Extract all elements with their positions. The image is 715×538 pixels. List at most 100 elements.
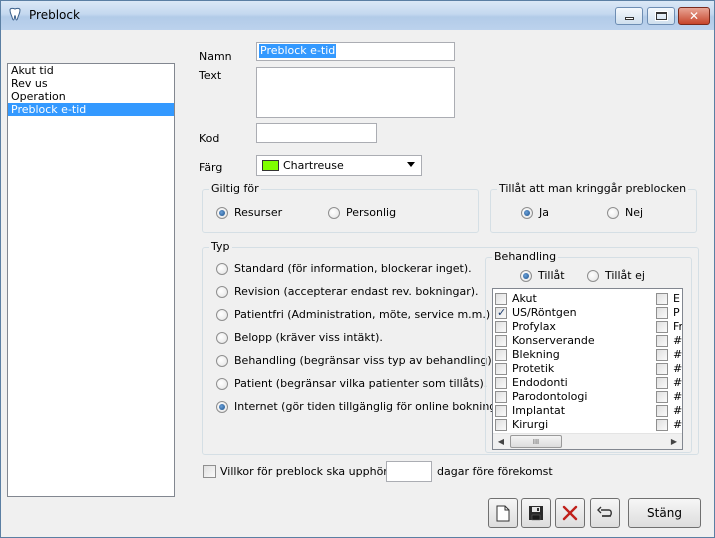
checkbox[interactable] <box>656 293 668 305</box>
dagar-suffix: dagar före förekomst <box>437 465 553 478</box>
checkbox[interactable] <box>495 335 507 347</box>
farg-value: Chartreuse <box>283 159 344 172</box>
checklist-label: Protetik <box>512 362 555 375</box>
checkbox[interactable] <box>656 307 668 319</box>
new-button[interactable] <box>488 498 518 528</box>
close-window-button[interactable]: ✕ <box>678 7 710 25</box>
behandling-checklist[interactable]: Akut US/Röntgen Profylax Konserverande B… <box>492 288 683 450</box>
dagar-input[interactable] <box>386 461 432 482</box>
checkbox[interactable] <box>495 405 507 417</box>
radio-button[interactable] <box>587 270 599 282</box>
checklist-label: Parodontologi <box>512 390 588 403</box>
radio-label: Ja <box>539 206 549 219</box>
chevron-down-icon[interactable] <box>407 162 415 167</box>
radio-button[interactable] <box>216 207 228 219</box>
undo-icon <box>597 506 612 517</box>
scroll-left-icon[interactable]: ◀ <box>493 434 509 449</box>
checkbox[interactable] <box>656 335 668 347</box>
namn-input[interactable]: Preblock e-tid <box>256 42 455 61</box>
checklist-label: E <box>673 292 680 305</box>
villkor-label: Villkor för preblock ska upphöra <box>220 465 395 478</box>
window-title: Preblock <box>29 8 80 22</box>
radio-button[interactable] <box>216 401 228 413</box>
scroll-right-icon[interactable]: ▶ <box>666 434 682 449</box>
horizontal-scrollbar[interactable]: ◀ III ▶ <box>493 433 682 449</box>
list-item[interactable]: Akut tid <box>8 64 174 77</box>
undo-button[interactable] <box>590 498 620 528</box>
giltig-title: Giltig för <box>209 182 261 195</box>
farg-dropdown[interactable]: Chartreuse <box>256 155 422 176</box>
radio-button[interactable] <box>521 207 533 219</box>
list-item-selected[interactable]: Preblock e-tid <box>8 103 174 116</box>
checkbox[interactable] <box>495 321 507 333</box>
list-item[interactable]: Rev us <box>8 77 174 90</box>
checkbox[interactable] <box>495 293 507 305</box>
radio-label: Patient (begränsar vilka patienter som t… <box>234 377 488 390</box>
kod-input[interactable] <box>256 123 377 143</box>
villkor-checkbox[interactable] <box>203 465 216 478</box>
preblock-list[interactable]: Akut tid Rev us Operation Preblock e-tid <box>7 63 175 497</box>
checklist-label: Profylax <box>512 320 556 333</box>
radio-label: Revision (accepterar endast rev. bokning… <box>234 285 479 298</box>
checklist-label: # <box>673 404 683 417</box>
radio-button[interactable] <box>607 207 619 219</box>
checklist-label: # <box>673 334 683 347</box>
radio-button[interactable] <box>216 332 228 344</box>
minimize-button[interactable] <box>615 7 643 25</box>
checkbox[interactable] <box>656 363 668 375</box>
close-button[interactable]: Stäng <box>628 498 701 528</box>
checkbox[interactable] <box>656 419 668 431</box>
checkbox[interactable] <box>495 363 507 375</box>
checkbox[interactable] <box>495 419 507 431</box>
delete-icon <box>562 505 578 521</box>
radio-button[interactable] <box>216 286 228 298</box>
delete-button[interactable] <box>555 498 585 528</box>
title-bar[interactable]: Preblock ✕ <box>1 1 714 30</box>
new-document-icon <box>496 505 510 522</box>
radio-button[interactable] <box>216 378 228 390</box>
radio-label: Behandling (begränsar viss typ av behand… <box>234 354 496 367</box>
kod-label: Kod <box>199 132 220 145</box>
radio-button[interactable] <box>216 263 228 275</box>
checkbox[interactable] <box>656 391 668 403</box>
radio-label: Internet (gör tiden tillgänglig för onli… <box>234 400 505 413</box>
typ-title: Typ <box>209 240 232 253</box>
radio-button[interactable] <box>328 207 340 219</box>
radio-button[interactable] <box>216 355 228 367</box>
radio-label: Tillåt ej <box>605 269 645 282</box>
checkbox[interactable] <box>656 377 668 389</box>
checkbox[interactable] <box>495 391 507 403</box>
checkbox[interactable] <box>495 377 507 389</box>
save-button[interactable] <box>521 498 551 528</box>
text-input[interactable] <box>256 67 455 118</box>
save-icon <box>529 506 543 521</box>
checklist-label: # <box>673 390 683 403</box>
radio-button[interactable] <box>216 309 228 321</box>
checklist-label: Blekning <box>512 348 560 361</box>
checkbox[interactable] <box>656 321 668 333</box>
checkbox[interactable] <box>495 306 507 319</box>
radio-label: Resurser <box>234 206 283 219</box>
maximize-button[interactable] <box>647 7 675 25</box>
radio-label: Personlig <box>346 206 397 219</box>
list-item[interactable]: Operation <box>8 90 174 103</box>
checklist-label: Kirurgi <box>512 418 549 431</box>
scroll-thumb[interactable]: III <box>510 435 562 448</box>
close-icon: ✕ <box>688 9 700 23</box>
checkbox[interactable] <box>656 405 668 417</box>
radio-label: Belopp (kräver viss intäkt). <box>234 331 383 344</box>
checklist-label: Akut <box>512 292 537 305</box>
checklist-label: Fr <box>673 320 683 333</box>
radio-label: Patientfri (Administration, möte, servic… <box>234 308 491 321</box>
radio-label: Standard (för information, blockerar ing… <box>234 262 472 275</box>
radio-button[interactable] <box>520 270 532 282</box>
checkbox[interactable] <box>495 349 507 361</box>
farg-label: Färg <box>199 161 223 174</box>
checklist-label: Implantat <box>512 404 566 417</box>
checklist-label: # <box>673 418 683 431</box>
behandling-title: Behandling <box>492 250 559 263</box>
color-swatch <box>262 160 279 171</box>
text-label: Text <box>199 69 222 82</box>
tooth-icon <box>7 7 23 23</box>
checkbox[interactable] <box>656 349 668 361</box>
